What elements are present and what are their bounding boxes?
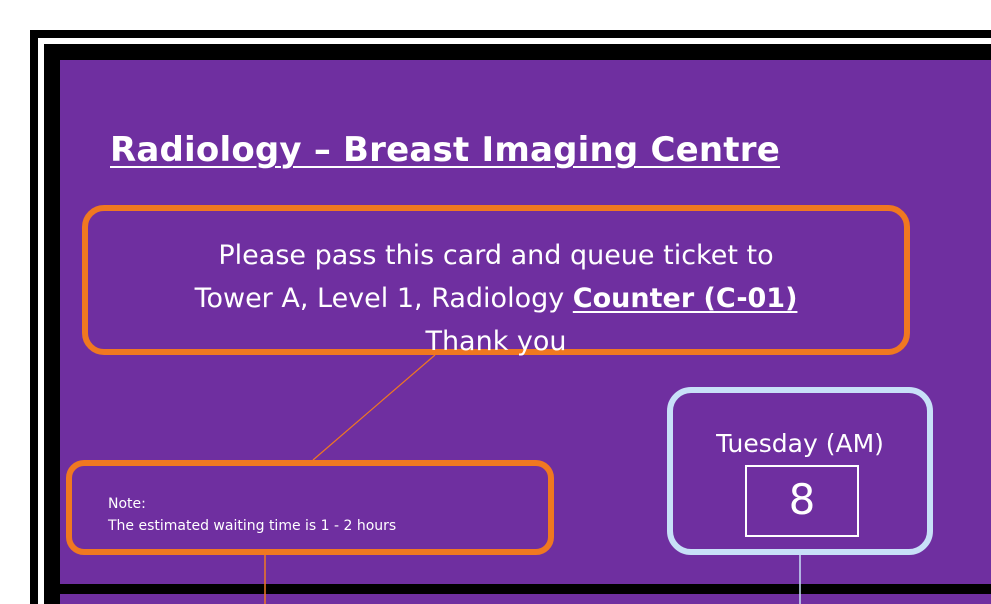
instruction-line-1: Please pass this card and queue ticket t… [218, 240, 774, 271]
counter-label: Counter (C-01) [572, 283, 798, 314]
instruction-line-2: Tower A, Level 1, Radiology Counter (C-0… [88, 277, 904, 320]
page-title: Radiology – Breast Imaging Centre [110, 130, 780, 170]
instruction-box: Please pass this card and queue ticket t… [82, 205, 910, 357]
note-heading: Note: [108, 496, 146, 512]
instruction-location: Tower A, Level 1, Radiology [194, 283, 573, 314]
note-box: Note: The estimated waiting time is 1 - … [66, 460, 554, 555]
bottom-border [44, 584, 991, 594]
day-label: Tuesday (AM) [716, 429, 884, 458]
note-text: The estimated waiting time is 1 - 2 hour… [108, 518, 397, 534]
instruction-line-3: Thank you [425, 326, 567, 357]
queue-number: 8 [745, 465, 859, 537]
page: Radiology – Breast Imaging Centre Please… [0, 0, 991, 604]
schedule-box: Tuesday (AM) 8 [667, 387, 933, 555]
